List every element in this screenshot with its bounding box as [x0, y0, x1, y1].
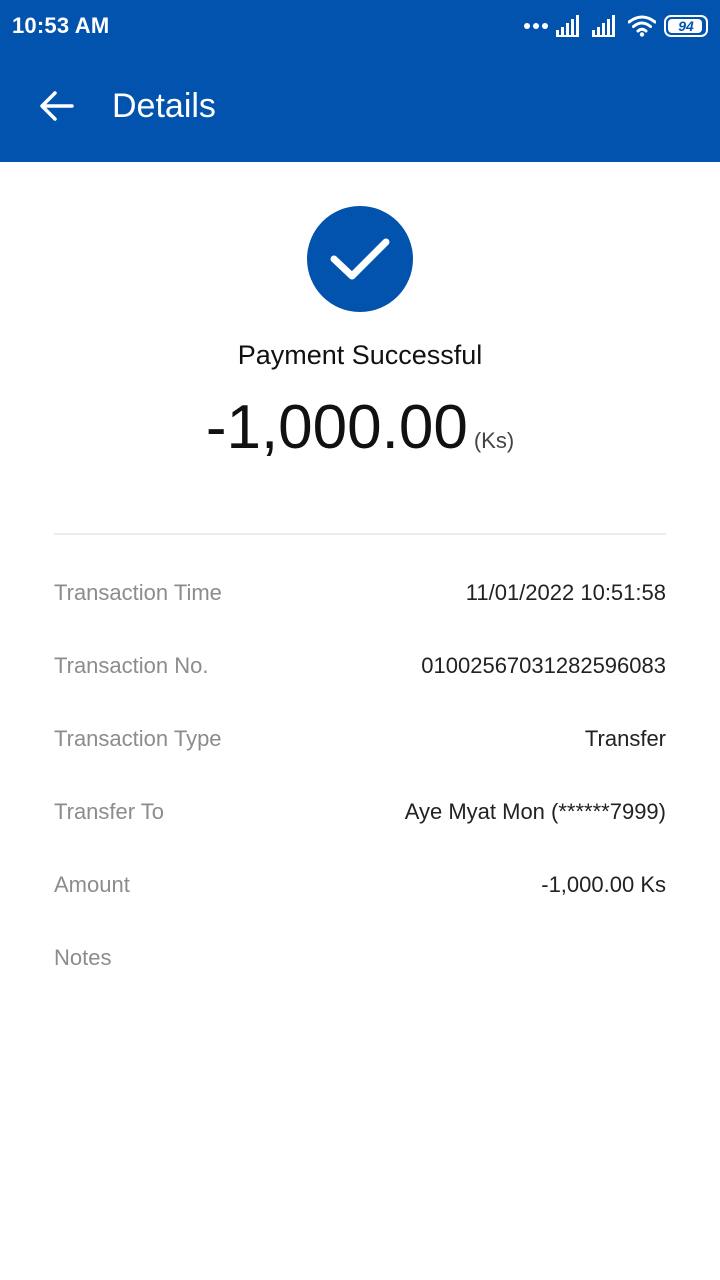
- payment-status: Payment Successful: [237, 340, 483, 370]
- detail-row-amount: Amount -1,000.00 Ks: [54, 866, 666, 939]
- detail-value: 11/01/2022 10:51:58: [465, 580, 666, 605]
- amount-value: -1,000.00: [205, 393, 468, 462]
- detail-value: Transfer: [584, 726, 666, 751]
- signal-icon: [592, 15, 615, 37]
- detail-value: -1,000.00 Ks: [541, 872, 666, 897]
- transaction-details: Transaction Time 11/01/2022 10:51:58 Tra…: [54, 574, 666, 1012]
- signal-icon: [556, 15, 579, 37]
- detail-label: Amount: [54, 872, 130, 897]
- detail-row-transfer-to: Transfer To Aye Myat Mon (******7999): [54, 793, 666, 866]
- status-icons: 94: [524, 14, 708, 38]
- detail-row-transaction-time: Transaction Time 11/01/2022 10:51:58: [54, 574, 666, 647]
- status-bar: 10:53 AM 94: [0, 0, 720, 52]
- wifi-icon: [628, 15, 656, 37]
- divider: [54, 533, 666, 535]
- arrow-back-icon: [40, 91, 74, 121]
- detail-row-transaction-type: Transaction Type Transfer: [54, 720, 666, 793]
- detail-label: Transaction No.: [54, 653, 209, 678]
- more-dots-icon: [524, 14, 548, 38]
- app-bar: Details: [0, 52, 720, 162]
- status-time: 10:53 AM: [12, 13, 110, 38]
- detail-label: Transaction Time: [54, 580, 222, 605]
- detail-label: Transaction Type: [54, 726, 222, 751]
- check-circle-icon: [307, 206, 413, 312]
- back-button[interactable]: [26, 76, 86, 136]
- amount-display: -1,000.00 (Ks): [0, 392, 720, 463]
- page-title: Details: [112, 87, 216, 125]
- battery-icon: 94: [664, 15, 708, 37]
- detail-value: 01002567031282596083: [421, 653, 666, 678]
- amount-unit: (Ks): [473, 428, 515, 453]
- battery-level: 94: [678, 18, 694, 34]
- detail-row-notes: Notes: [54, 939, 666, 1012]
- detail-label: Transfer To: [54, 799, 165, 824]
- detail-label: Notes: [54, 945, 112, 970]
- detail-value: Aye Myat Mon (******7999): [404, 799, 666, 824]
- detail-row-transaction-no: Transaction No. 01002567031282596083: [54, 647, 666, 720]
- check-icon: [330, 238, 390, 280]
